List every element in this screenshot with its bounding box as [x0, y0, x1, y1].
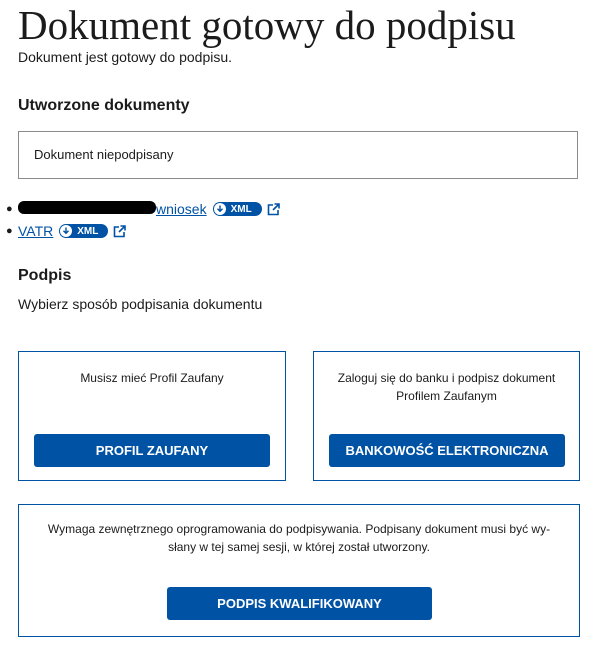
- xml-download-badge[interactable]: XML: [59, 224, 109, 238]
- external-link-icon[interactable]: [113, 224, 127, 238]
- document-status-box: Dokument niepodpisany: [18, 131, 578, 179]
- document-list-item: ● wniosek XML: [6, 198, 280, 220]
- bullet: ●: [6, 225, 13, 237]
- signature-option-profil-zaufany: Musisz mieć Profil Zaufany PROFIL ZAUFAN…: [18, 351, 286, 481]
- option-description: Zaloguj się do banku i podpisz dokument …: [328, 369, 565, 405]
- document-link-wniosek[interactable]: wniosek: [18, 201, 207, 217]
- bankowosc-elektroniczna-button[interactable]: BANKOWOŚĆ ELEKTRONICZNA: [329, 434, 565, 467]
- document-link-vatr[interactable]: VATR: [18, 223, 53, 239]
- document-list: ● wniosek XML ● VATR XML: [6, 198, 280, 242]
- document-status-text: Dokument niepodpisany: [34, 147, 174, 162]
- external-link-icon[interactable]: [267, 202, 280, 216]
- document-link-label: wniosek: [156, 201, 207, 217]
- xml-badge-label: XML: [230, 203, 252, 215]
- xml-download-badge[interactable]: XML: [212, 202, 262, 216]
- download-icon: [213, 203, 226, 215]
- option-description: Wymaga zewnętrznego oprogramowania do po…: [29, 520, 569, 556]
- bullet: ●: [6, 203, 13, 215]
- signature-option-qualified: Wymaga zewnętrznego oprogramowania do po…: [18, 504, 580, 637]
- page-title: Dokument gotowy do podpisu: [18, 2, 516, 48]
- option-description-line: Wymaga zewnętrznego oprogramowania do po…: [47, 522, 551, 536]
- xml-badge-label: XML: [77, 225, 99, 237]
- signature-heading: Podpis: [18, 267, 72, 284]
- podpis-kwalifikowany-button[interactable]: PODPIS KWALIFIKOWANY: [167, 587, 432, 620]
- option-description-line: Profilem Zaufanym: [396, 389, 497, 403]
- page-subtitle: Dokument jest gotowy do podpisu.: [18, 49, 233, 65]
- signature-instruction: Wybierz sposób podpisania dokumentu: [18, 296, 263, 312]
- signature-option-bank: Zaloguj się do banku i podpisz dokument …: [313, 351, 580, 481]
- option-description-line: słany w tej samej sesji, w której został…: [168, 540, 430, 554]
- redacted-filename: [18, 201, 156, 214]
- option-description: Musisz mieć Profil Zaufany: [80, 371, 224, 385]
- documents-heading: Utworzone dokumenty: [18, 97, 190, 114]
- document-list-item: ● VATR XML: [6, 220, 280, 242]
- option-description-line: Zaloguj się do banku i podpisz dokument: [337, 371, 556, 385]
- download-icon: [60, 225, 73, 237]
- profil-zaufany-button[interactable]: PROFIL ZAUFANY: [34, 434, 270, 467]
